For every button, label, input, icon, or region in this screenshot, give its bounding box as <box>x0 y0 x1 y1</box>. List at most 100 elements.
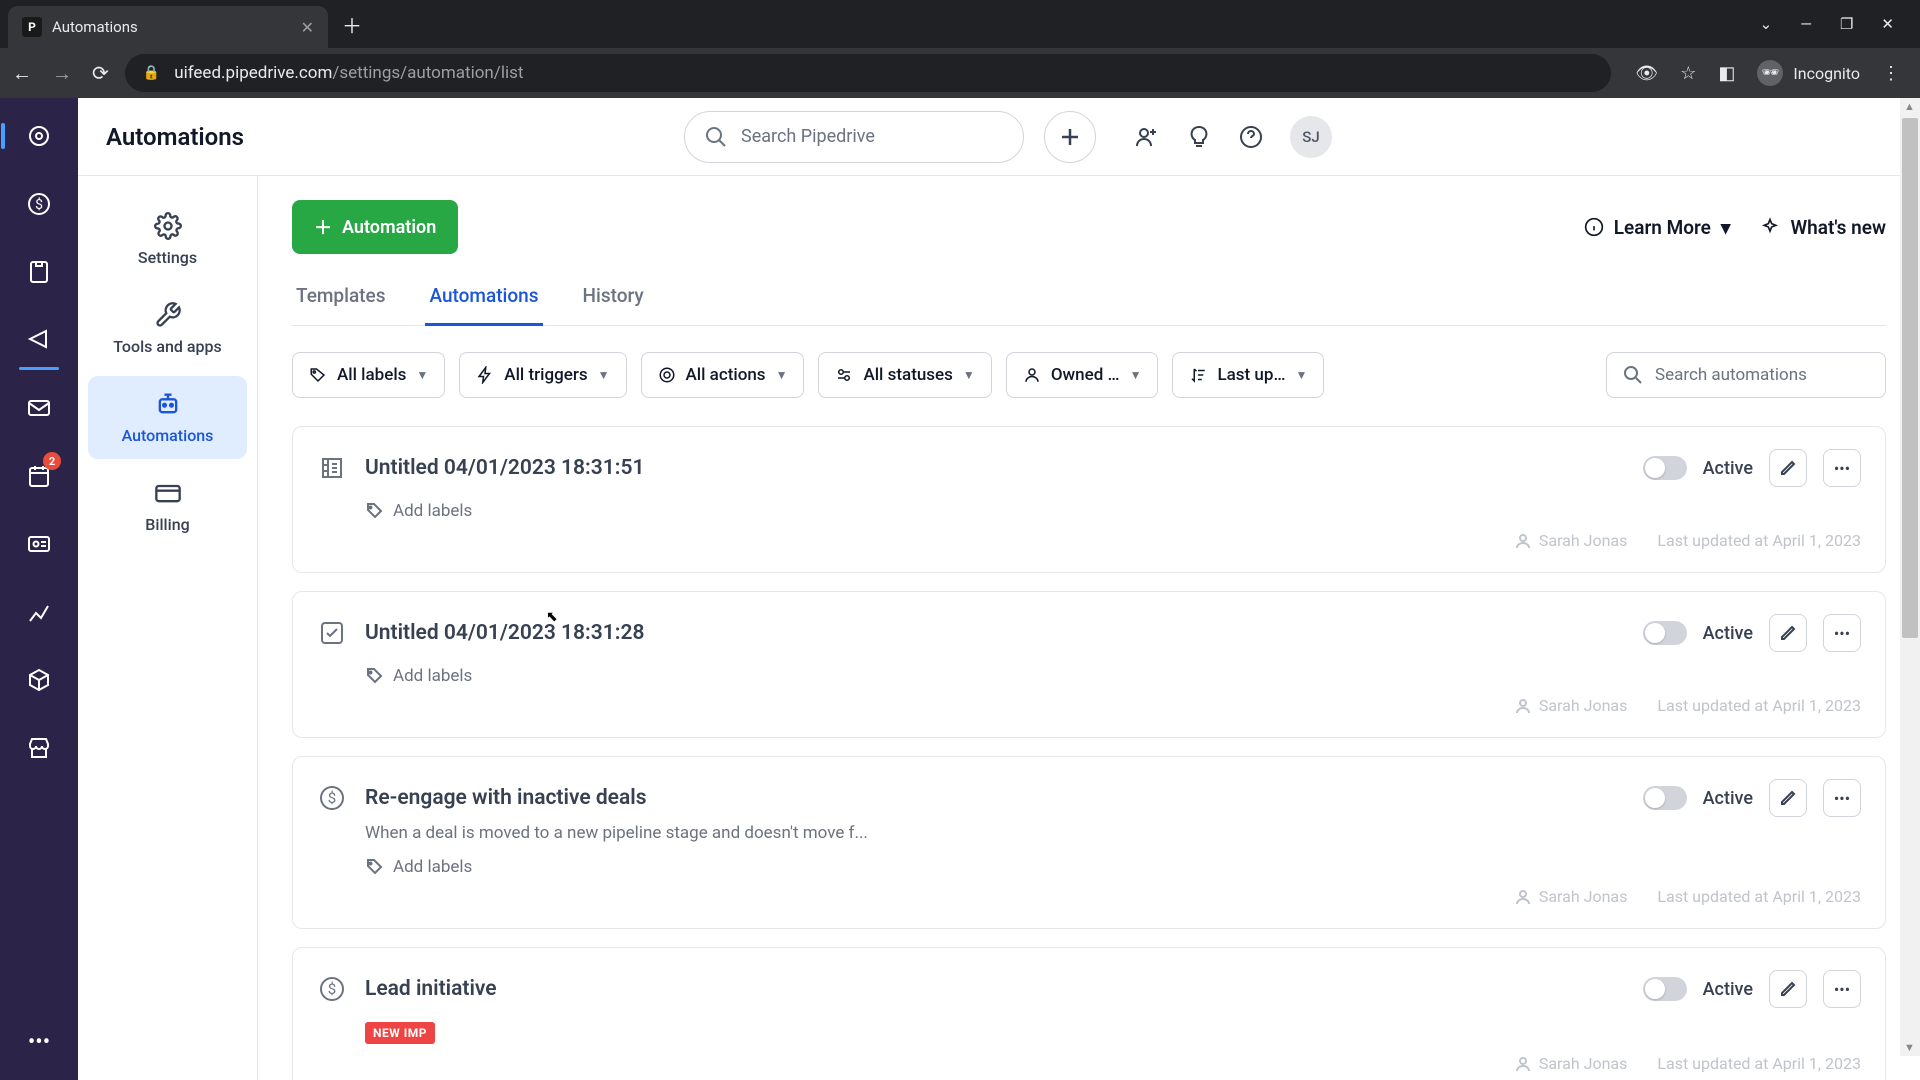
sidebar-item-automations[interactable]: Automations <box>88 376 247 459</box>
tag-icon <box>365 858 383 876</box>
back-icon[interactable]: ← <box>12 61 32 86</box>
rail-insights-icon[interactable] <box>19 592 59 632</box>
tab-bar: P Automations ✕ ＋ ⌄ — ❐ ✕ <box>0 0 1920 48</box>
card-labels: Add labels <box>365 666 1861 686</box>
edit-button[interactable] <box>1769 449 1807 487</box>
edit-button[interactable] <box>1769 779 1807 817</box>
active-toggle[interactable] <box>1643 456 1687 480</box>
tab-templates[interactable]: Templates <box>292 284 389 326</box>
search-placeholder: Search Pipedrive <box>741 126 875 147</box>
more-button[interactable]: ••• <box>1823 614 1861 652</box>
content-header: ＋ Automation Learn More ▾ What's new <box>292 200 1886 254</box>
active-toggle[interactable] <box>1643 977 1687 1001</box>
automation-card[interactable]: Untitled 04/01/2023 18:31:28 Active ••• … <box>292 591 1886 738</box>
body-row: Settings Tools and apps Automations Bill… <box>78 176 1920 1080</box>
eye-off-icon[interactable]: 👁 <box>1635 63 1658 84</box>
automation-card[interactable]: $ Lead initiative Active ••• NEW IMP Sar… <box>292 947 1886 1080</box>
rail-mail-icon[interactable] <box>19 388 59 428</box>
close-icon[interactable]: ✕ <box>301 18 314 37</box>
more-button[interactable]: ••• <box>1823 779 1861 817</box>
svg-text:$: $ <box>328 789 336 807</box>
plus-icon: ＋ <box>314 214 332 240</box>
filter-actions[interactable]: All actions▼ <box>641 352 805 398</box>
more-button[interactable]: ••• <box>1823 449 1861 487</box>
search-automations-input[interactable]: Search automations <box>1606 352 1886 398</box>
active-toggle[interactable] <box>1643 621 1687 645</box>
learn-more-button[interactable]: Learn More ▾ <box>1584 216 1731 239</box>
rail-products-icon[interactable] <box>19 660 59 700</box>
user-icon <box>1515 1056 1531 1072</box>
rail-marketplace-icon[interactable] <box>19 728 59 768</box>
automation-card[interactable]: Untitled 04/01/2023 18:31:51 Active ••• … <box>292 426 1886 573</box>
sidebar-item-label: Tools and apps <box>113 337 221 356</box>
tab-automations[interactable]: Automations <box>425 284 542 326</box>
more-button[interactable]: ••• <box>1823 970 1861 1008</box>
new-tab-button[interactable]: ＋ <box>342 10 362 39</box>
scrollbar-thumb[interactable] <box>1902 118 1918 638</box>
rail-more-icon[interactable]: ••• <box>19 1022 59 1062</box>
automation-title: Untitled 04/01/2023 18:31:28 <box>365 621 644 645</box>
status-label: Active <box>1703 979 1753 1000</box>
close-window-icon[interactable]: ✕ <box>1881 15 1894 33</box>
invite-icon[interactable] <box>1134 124 1160 150</box>
filters: All labels▼ All triggers▼ All actions▼ A… <box>292 352 1886 398</box>
rail-leads-icon[interactable] <box>19 116 59 156</box>
kebab-icon[interactable]: ⋮ <box>1882 63 1900 84</box>
deal-icon: $ <box>317 783 347 813</box>
edit-button[interactable] <box>1769 970 1807 1008</box>
url-input[interactable]: 🔒 uifeed.pipedrive.com/settings/automati… <box>125 54 1612 92</box>
updated-label: Last updated at April 1, 2023 <box>1657 531 1861 550</box>
filter-statuses[interactable]: All statuses▼ <box>818 352 991 398</box>
sparkle-icon <box>1760 217 1780 237</box>
activity-icon <box>317 618 347 648</box>
rail-projects-icon[interactable] <box>19 252 59 292</box>
filter-owned[interactable]: Owned …▼ <box>1006 352 1159 398</box>
whats-new-button[interactable]: What's new <box>1760 216 1886 239</box>
rail-deals-icon[interactable]: $ <box>19 184 59 224</box>
rail-campaigns-icon[interactable] <box>19 320 59 360</box>
search-input[interactable]: Search Pipedrive <box>684 111 1024 163</box>
tab-title: Automations <box>52 18 291 36</box>
chevron-down-icon: ▾ <box>1721 216 1731 239</box>
filter-triggers[interactable]: All triggers▼ <box>459 352 626 398</box>
tabs-dropdown-icon[interactable]: ⌄ <box>1760 15 1773 33</box>
browser-tab[interactable]: P Automations ✕ <box>8 6 328 48</box>
org-icon <box>317 453 347 483</box>
help-icon[interactable] <box>1238 124 1264 150</box>
avatar[interactable]: SJ <box>1290 116 1332 158</box>
maximize-icon[interactable]: ❐ <box>1840 15 1853 33</box>
sidebar-item-settings[interactable]: Settings <box>88 198 247 281</box>
add-button[interactable] <box>1044 111 1096 163</box>
bookmark-icon[interactable]: ☆ <box>1680 63 1696 84</box>
reload-icon[interactable]: ⟳ <box>92 61 109 85</box>
create-automation-button[interactable]: ＋ Automation <box>292 200 458 254</box>
lightbulb-icon[interactable] <box>1186 124 1212 150</box>
pencil-icon <box>1779 624 1797 642</box>
sidebar-item-tools[interactable]: Tools and apps <box>88 287 247 370</box>
user-icon <box>1515 533 1531 549</box>
add-labels-button[interactable]: Add labels <box>365 857 472 877</box>
rail-activities-icon[interactable]: 2 <box>19 456 59 496</box>
add-labels-button[interactable]: Add labels <box>365 501 472 521</box>
filter-sort[interactable]: Last up…▼ <box>1172 352 1324 398</box>
lock-icon: 🔒 <box>143 65 160 81</box>
active-toggle[interactable] <box>1643 786 1687 810</box>
scrollbar[interactable] <box>1900 98 1920 1056</box>
edit-button[interactable] <box>1769 614 1807 652</box>
extensions-icon[interactable]: ◧ <box>1718 63 1735 84</box>
chevron-down-icon: ▼ <box>1130 368 1142 382</box>
incognito-badge[interactable]: 🕶 Incognito <box>1757 60 1860 86</box>
svg-text:$: $ <box>328 980 336 998</box>
tools-icon <box>154 301 182 329</box>
chevron-down-icon: ▼ <box>1295 368 1307 382</box>
automation-card[interactable]: $ Re-engage with inactive deals Active •… <box>292 756 1886 929</box>
tab-history[interactable]: History <box>579 284 648 326</box>
sidebar-item-billing[interactable]: Billing <box>88 465 247 548</box>
minimize-icon[interactable]: — <box>1800 15 1812 33</box>
label-chip: NEW IMP <box>365 1022 435 1044</box>
filter-labels[interactable]: All labels▼ <box>292 352 445 398</box>
pencil-icon <box>1779 789 1797 807</box>
robot-icon <box>154 390 182 418</box>
rail-contacts-icon[interactable] <box>19 524 59 564</box>
add-labels-button[interactable]: Add labels <box>365 666 472 686</box>
